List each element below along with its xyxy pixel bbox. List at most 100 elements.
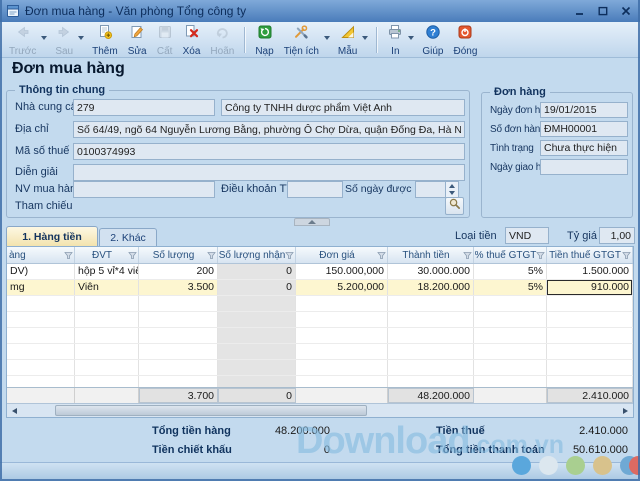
grid-cell[interactable]	[7, 328, 75, 343]
grid-cell[interactable]	[296, 296, 388, 311]
grid-column-header[interactable]: àng	[7, 247, 75, 263]
grid-cell[interactable]	[388, 360, 474, 375]
grid-cell[interactable]	[296, 328, 388, 343]
payment-terms-field[interactable]	[287, 181, 343, 198]
order-status-field[interactable]	[540, 140, 628, 156]
filter-icon[interactable]	[463, 251, 472, 260]
minimize-button[interactable]	[572, 3, 588, 18]
grid-cell[interactable]	[296, 344, 388, 359]
grid-cell[interactable]	[139, 376, 218, 387]
grid-cell[interactable]	[474, 296, 547, 311]
grid-cell[interactable]: 5.200,000	[296, 280, 388, 295]
grid-cell[interactable]: 0	[218, 264, 296, 279]
filter-icon[interactable]	[207, 251, 216, 260]
supplier-name-field[interactable]	[221, 99, 465, 116]
grid-cell[interactable]	[218, 296, 296, 311]
dropdown-icon[interactable]	[78, 36, 84, 40]
filter-icon[interactable]	[622, 251, 631, 260]
grid-cell[interactable]	[388, 328, 474, 343]
grid-cell[interactable]	[296, 312, 388, 327]
grid-cell[interactable]	[75, 312, 139, 327]
toolbar-giup-button[interactable]: ?Giúp	[417, 23, 448, 57]
grid-cell[interactable]	[75, 296, 139, 311]
grid-column-header[interactable]: Tiền thuế GTGT	[547, 247, 633, 263]
delivery-date-field[interactable]	[540, 159, 628, 175]
grid-column-header[interactable]: Đơn giá	[296, 247, 388, 263]
grid-cell[interactable]	[75, 344, 139, 359]
grid-cell[interactable]	[474, 376, 547, 387]
filter-icon[interactable]	[536, 251, 545, 260]
order-number-field[interactable]	[540, 121, 628, 137]
toolbar-xoa-button[interactable]: Xóa	[178, 23, 206, 57]
tab-hang-tien[interactable]: 1. Hàng tiền	[6, 226, 98, 246]
tax-code-field[interactable]	[73, 143, 465, 160]
grid-cell[interactable]	[139, 344, 218, 359]
horizontal-scrollbar[interactable]	[7, 403, 633, 417]
grid-cell[interactable]	[75, 376, 139, 387]
grid-cell[interactable]	[474, 312, 547, 327]
grid-cell[interactable]	[547, 344, 633, 359]
address-field[interactable]	[73, 121, 465, 138]
grid-body[interactable]: DV)hộp 5 vỉ*4 viê2000150.000,00030.000.0…	[7, 264, 633, 387]
dropdown-icon[interactable]	[324, 36, 330, 40]
grid-cell[interactable]	[474, 360, 547, 375]
grid-cell[interactable]	[218, 376, 296, 387]
grid-cell[interactable]: Viên	[75, 280, 139, 295]
supplier-code-field[interactable]	[73, 99, 215, 116]
description-field[interactable]	[73, 164, 465, 181]
grid-cell[interactable]: 150.000,000	[296, 264, 388, 279]
order-date-field[interactable]	[540, 102, 628, 118]
scrollbar-thumb[interactable]	[55, 405, 367, 416]
debt-days-field[interactable]	[416, 182, 445, 197]
grid-cell[interactable]	[388, 344, 474, 359]
grid-cell[interactable]: 3.500	[139, 280, 218, 295]
grid-cell[interactable]	[547, 328, 633, 343]
grid-cell[interactable]: 5%	[474, 264, 547, 279]
grid-cell[interactable]	[218, 312, 296, 327]
maximize-button[interactable]	[595, 3, 611, 18]
toolbar-tienich-button[interactable]: Tiện ích	[279, 23, 333, 57]
toolbar-dong-button[interactable]: Đóng	[448, 23, 482, 57]
grid-cell[interactable]	[218, 344, 296, 359]
grid-cell[interactable]	[7, 360, 75, 375]
grid-cell[interactable]: mg	[7, 280, 75, 295]
grid-cell[interactable]: 910.000	[547, 280, 633, 295]
filter-icon[interactable]	[128, 251, 137, 260]
grid-cell[interactable]	[218, 328, 296, 343]
grid-cell[interactable]	[388, 376, 474, 387]
debt-days-stepper[interactable]	[415, 181, 459, 198]
close-window-button[interactable]	[618, 3, 634, 18]
tab-khac[interactable]: 2. Khác	[99, 228, 157, 246]
grid-cell[interactable]	[7, 296, 75, 311]
grid-cell[interactable]	[7, 344, 75, 359]
toolbar-them-button[interactable]: Thêm	[87, 23, 123, 57]
grid-cell[interactable]	[139, 360, 218, 375]
grid-cell[interactable]	[7, 312, 75, 327]
collapse-panel-button[interactable]	[294, 218, 330, 226]
dropdown-icon[interactable]	[362, 36, 368, 40]
grid-cell[interactable]	[474, 328, 547, 343]
toolbar-sua-button[interactable]: Sửa	[123, 23, 152, 57]
scroll-right-icon[interactable]	[619, 405, 632, 417]
grid-cell[interactable]	[296, 376, 388, 387]
grid-cell[interactable]	[7, 376, 75, 387]
stepper-down-icon[interactable]	[446, 190, 458, 198]
grid-cell[interactable]: 5%	[474, 280, 547, 295]
grid-cell[interactable]	[547, 296, 633, 311]
toolbar-nap-button[interactable]: Nạp	[250, 23, 278, 57]
dropdown-icon[interactable]	[41, 36, 47, 40]
filter-icon[interactable]	[285, 251, 294, 260]
grid-column-header[interactable]: ĐVT	[75, 247, 139, 263]
grid-column-header[interactable]: Số lượng	[139, 247, 218, 263]
reference-lookup-button[interactable]	[445, 197, 464, 215]
grid-cell[interactable]: 30.000.000	[388, 264, 474, 279]
grid-cell[interactable]	[218, 360, 296, 375]
grid-cell[interactable]: 0	[218, 280, 296, 295]
toolbar-in-button[interactable]: In	[382, 23, 417, 57]
title-bar[interactable]: Đơn mua hàng - Văn phòng Tổng công ty	[0, 0, 640, 22]
dropdown-icon[interactable]	[408, 36, 414, 40]
grid-cell[interactable]	[388, 312, 474, 327]
stepper-up-icon[interactable]	[446, 182, 458, 190]
buyer-field[interactable]	[73, 181, 215, 198]
grid-cell[interactable]	[547, 360, 633, 375]
